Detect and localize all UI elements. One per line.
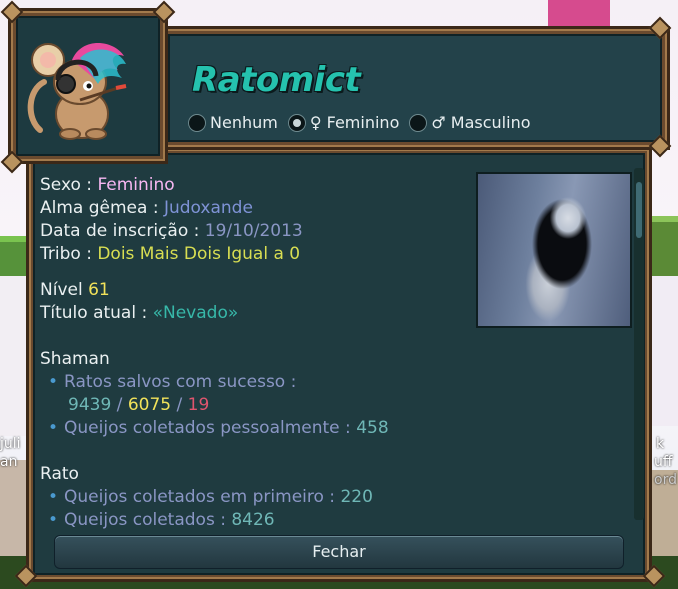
- gender-option-none[interactable]: Nenhum: [188, 113, 278, 132]
- shaman-saved-label: Ratos salvos com sucesso :: [64, 372, 297, 392]
- bullet-icon: •: [48, 418, 59, 438]
- sexo-label: Sexo :: [40, 175, 98, 195]
- rato-cheese-label: Queijos coletados :: [64, 510, 232, 530]
- mouse-avatar: [27, 43, 127, 140]
- gender-option-feminine[interactable]: ♀ Feminino: [287, 113, 400, 132]
- gender-option-label: Nenhum: [210, 113, 278, 132]
- separator: /: [171, 395, 188, 415]
- profile-photo: [476, 172, 632, 328]
- radio-selected-icon[interactable]: [287, 113, 306, 132]
- tribe-line: Tribo : Dois Mais Dois Igual a 0: [40, 243, 300, 266]
- gender-option-label: ♂ Masculino: [431, 113, 531, 132]
- tribe-value[interactable]: Dois Mais Dois Igual a 0: [97, 244, 300, 264]
- player-name: Ratomict: [192, 60, 361, 100]
- saved-divine-value: 19: [187, 395, 210, 415]
- scrollbar-thumb[interactable]: [636, 182, 642, 238]
- background-text-right-a: k: [656, 436, 665, 452]
- rato-first-line: • Queijos coletados em primeiro : 220: [48, 486, 373, 509]
- shaman-cheese-label: Queijos coletados pessoalmente :: [64, 418, 357, 438]
- soulmate-line: Alma gêmea : Judoxande: [40, 197, 253, 220]
- shaman-saved-line: • Ratos salvos com sucesso :: [48, 371, 296, 394]
- sexo-line: Sexo : Feminino: [40, 174, 175, 197]
- rato-cheese-value: 8426: [231, 510, 275, 530]
- rato-first-label: Queijos coletados em primeiro :: [64, 487, 341, 507]
- title-value[interactable]: «Nevado»: [153, 303, 239, 323]
- saved-normal-value: 9439: [68, 395, 112, 415]
- gender-option-label: ♀ Feminino: [309, 113, 400, 132]
- level-label: Nível: [40, 280, 89, 300]
- soulmate-value[interactable]: Judoxande: [164, 198, 253, 218]
- background-pink-block: [548, 0, 610, 26]
- close-button[interactable]: Fechar: [54, 535, 624, 569]
- tribe-label: Tribo :: [40, 244, 98, 264]
- background-text-right-b: uff: [654, 454, 673, 470]
- radio-icon[interactable]: [188, 113, 206, 132]
- signup-date-value: 19/10/2013: [204, 221, 303, 241]
- saved-hard-value: 6075: [127, 395, 172, 415]
- background-text-left-a: juli: [0, 436, 21, 452]
- shaman-heading: Shaman: [40, 349, 110, 369]
- soulmate-label: Alma gêmea :: [40, 198, 164, 218]
- gender-selector: Nenhum ♀ Feminino ♂ Masculino: [188, 113, 537, 132]
- background-text-left-b: an: [0, 454, 18, 470]
- shaman-cheese-line: • Queijos coletados pessoalmente : 458: [48, 417, 389, 440]
- bullet-icon: •: [48, 372, 59, 392]
- bullet-icon: •: [48, 510, 59, 530]
- level-line: Nível 61: [40, 279, 110, 302]
- signup-date-label: Data de inscrição :: [40, 221, 205, 241]
- shaman-cheese-value: 458: [356, 418, 389, 438]
- title-label: Título atual :: [40, 303, 153, 323]
- sexo-value: Feminino: [97, 175, 175, 195]
- rato-cheese-line: • Queijos coletados : 8426: [48, 509, 275, 532]
- gender-option-masculine[interactable]: ♂ Masculino: [409, 113, 531, 132]
- bullet-icon: •: [48, 487, 59, 507]
- rato-heading: Rato: [40, 464, 79, 484]
- radio-icon[interactable]: [409, 113, 428, 132]
- title-line: Título atual : «Nevado»: [40, 302, 238, 325]
- separator: /: [111, 395, 128, 415]
- level-value: 61: [88, 280, 110, 300]
- rato-first-value: 220: [340, 487, 373, 507]
- signup-date-line: Data de inscrição : 19/10/2013: [40, 220, 303, 243]
- shaman-saved-values: 9439 / 6075 / 19: [68, 394, 209, 417]
- background-text-right-c: ord: [654, 472, 677, 488]
